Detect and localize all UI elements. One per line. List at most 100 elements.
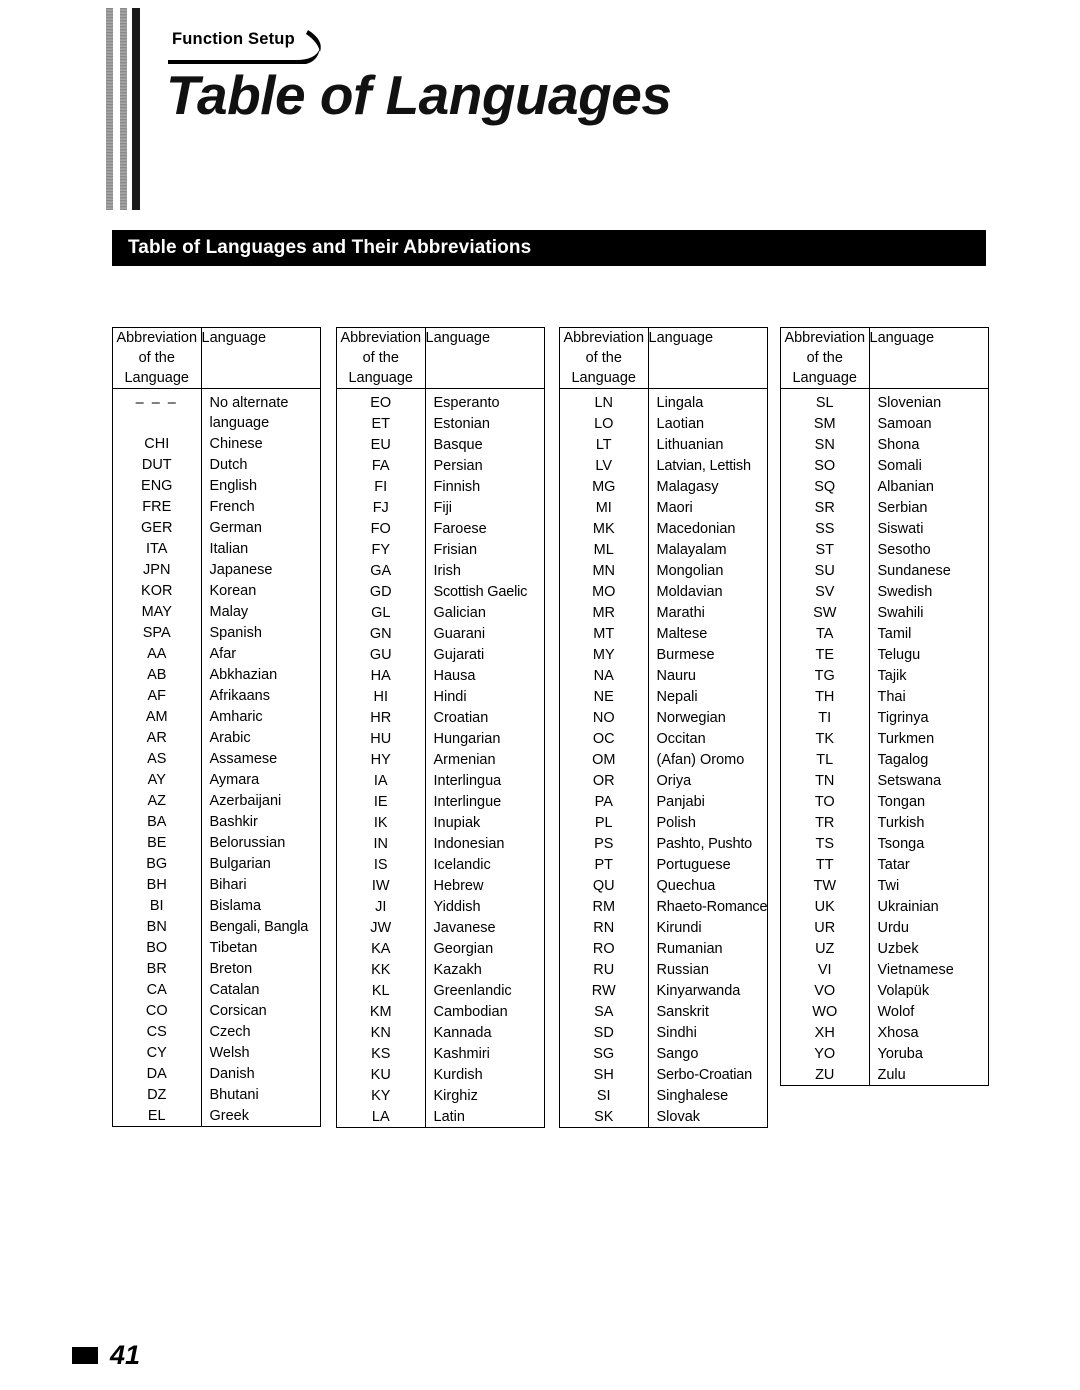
table-row: GA Irish <box>337 560 544 581</box>
table-row: XH Xhosa <box>781 1022 988 1043</box>
cell-abbreviation: SK <box>560 1106 649 1127</box>
cell-abbreviation: KA <box>337 938 426 959</box>
header-abbreviation: Abbreviation of the Language <box>337 328 426 389</box>
cell-language: Finnish <box>433 479 481 495</box>
cell-language: (Afan) Oromo <box>656 752 745 768</box>
cell-abbreviation: GER <box>113 517 202 538</box>
cell-abbreviation: ZU <box>781 1064 870 1085</box>
table-row: IK Inupiak <box>337 812 544 833</box>
cell-language: Marathi <box>656 605 705 621</box>
cell-abbreviation: EO <box>337 388 426 413</box>
table-row: DZ Bhutani <box>113 1084 320 1105</box>
table-row: LA Latin <box>337 1106 544 1127</box>
table-row: KL Greenlandic <box>337 980 544 1001</box>
table-row: AF Afrikaans <box>113 685 320 706</box>
cell-language: Kirundi <box>656 920 702 936</box>
cell-language: Sundanese <box>877 563 951 579</box>
cell-abbreviation: LA <box>337 1106 426 1127</box>
header-abbreviation: Abbreviation of the Language <box>113 328 202 389</box>
cell-language: Maori <box>656 500 693 516</box>
cell-abbreviation: EL <box>113 1105 202 1126</box>
table-row: HR Croatian <box>337 707 544 728</box>
table-row: JW Javanese <box>337 917 544 938</box>
cell-language: Sango <box>656 1046 699 1062</box>
table-row: ML Malayalam <box>560 539 767 560</box>
table-row: LV Latvian, Lettish <box>560 455 767 476</box>
cell-language: Croatian <box>433 710 489 726</box>
table-row: TL Tagalog <box>781 749 988 770</box>
cell-language: Japanese <box>209 562 273 578</box>
table-row: BN Bengali, Bangla <box>113 916 320 937</box>
table-row: LO Laotian <box>560 413 767 434</box>
cell-language: Twi <box>877 878 900 894</box>
table-header-row: Abbreviation of the Language Language <box>560 328 767 389</box>
cell-abbreviation: FY <box>337 539 426 560</box>
cell-abbreviation: OC <box>560 728 649 749</box>
table-row: TR Turkish <box>781 812 988 833</box>
cell-abbreviation: JI <box>337 896 426 917</box>
cell-language: Quechua <box>656 878 716 894</box>
table-row: TN Setswana <box>781 770 988 791</box>
cell-language: Interlingua <box>433 773 502 789</box>
cell-language: Mongolian <box>656 563 724 579</box>
cell-abbreviation: ST <box>781 539 870 560</box>
table-row: KN Kannada <box>337 1022 544 1043</box>
table-row: WO Wolof <box>781 1001 988 1022</box>
table-row: HI Hindi <box>337 686 544 707</box>
cell-language: Sanskrit <box>656 1004 709 1020</box>
cell-abbreviation: JPN <box>113 559 202 580</box>
table-row: GER German <box>113 517 320 538</box>
cell-abbreviation: SI <box>560 1085 649 1106</box>
table-row: IN Indonesian <box>337 833 544 854</box>
table-row: UZ Uzbek <box>781 938 988 959</box>
cell-abbreviation: HU <box>337 728 426 749</box>
table-row: MAY Malay <box>113 601 320 622</box>
cell-abbreviation: HI <box>337 686 426 707</box>
cell-language: Thai <box>877 689 906 705</box>
cell-abbreviation: BH <box>113 874 202 895</box>
cell-abbreviation: RO <box>560 938 649 959</box>
table-row: LT Lithuanian <box>560 434 767 455</box>
cell-abbreviation: GU <box>337 644 426 665</box>
cell-abbreviation: ET <box>337 413 426 434</box>
cell-language: Yiddish <box>433 899 481 915</box>
cell-abbreviation: KY <box>337 1085 426 1106</box>
table-row: KS Kashmiri <box>337 1043 544 1064</box>
cell-language: Tamil <box>877 626 912 642</box>
cell-language: Portuguese <box>656 857 731 873</box>
cell-abbreviation: QU <box>560 875 649 896</box>
cell-abbreviation: LV <box>560 455 649 476</box>
cell-abbreviation: TL <box>781 749 870 770</box>
table-row: FJ Fiji <box>337 497 544 518</box>
cell-language: Persian <box>433 458 483 474</box>
cell-abbreviation: AB <box>113 664 202 685</box>
cell-language: Esperanto <box>433 395 500 411</box>
language-table-4: Abbreviation of the Language Language SL Slov… <box>780 327 989 1086</box>
cell-language: Cambodian <box>433 1004 508 1020</box>
table-row: SR Serbian <box>781 497 988 518</box>
cell-abbreviation: HY <box>337 749 426 770</box>
table-row: AY Aymara <box>113 769 320 790</box>
cell-language: Swahili <box>877 605 924 621</box>
cell-language: Nepali <box>656 689 698 705</box>
cell-abbreviation: XH <box>781 1022 870 1043</box>
cell-abbreviation: TR <box>781 812 870 833</box>
cell-language: Uzbek <box>877 941 919 957</box>
cell-language: Shona <box>877 437 920 453</box>
cell-abbreviation: CA <box>113 979 202 1000</box>
cell-abbreviation: SW <box>781 602 870 623</box>
cell-language: Burmese <box>656 647 715 663</box>
cell-language: Serbo-Croatian <box>656 1067 753 1083</box>
cell-language: Interlingue <box>433 794 502 810</box>
cell-abbreviation: NE <box>560 686 649 707</box>
cell-language: Albanian <box>877 479 934 495</box>
cell-abbreviation: UR <box>781 917 870 938</box>
table-row: IE Interlingue <box>337 791 544 812</box>
cell-language: Indonesian <box>433 836 505 852</box>
cell-language: Kannada <box>433 1025 492 1041</box>
table-row: GL Galician <box>337 602 544 623</box>
table-row: SG Sango <box>560 1043 767 1064</box>
cell-language: Kurdish <box>433 1067 483 1083</box>
cell-abbreviation: PA <box>560 791 649 812</box>
table-row: CO Corsican <box>113 1000 320 1021</box>
